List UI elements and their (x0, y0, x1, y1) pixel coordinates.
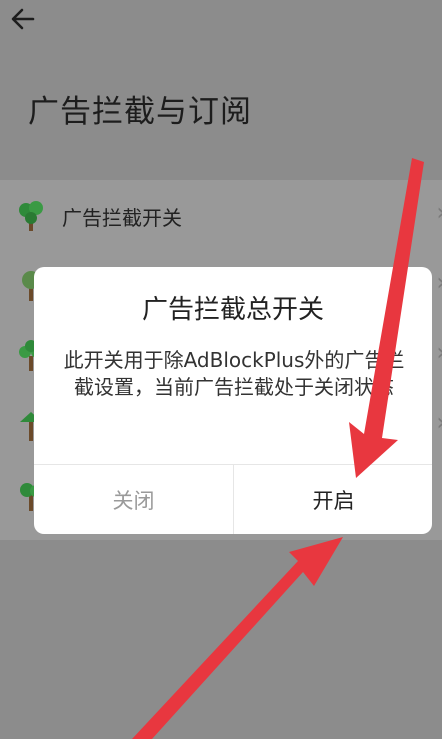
tree-icon (19, 201, 43, 231)
annotation-arrow-up (132, 537, 343, 739)
close-button[interactable]: 关闭 (34, 465, 233, 534)
adblock-master-switch-dialog: 广告拦截总开关 此开关用于除AdBlockPlus外的广告拦截设置，当前广告拦截… (34, 267, 432, 534)
chevron-right-icon: › (436, 408, 442, 436)
sidebar-item-label: 广告拦截开关 (62, 206, 182, 230)
page-title: 广告拦截与订阅 (28, 94, 252, 130)
chevron-right-icon: › (436, 198, 442, 226)
dialog-message: 此开关用于除AdBlockPlus外的广告拦截设置，当前广告拦截处于关闭状态 (63, 348, 405, 399)
chevron-right-icon: › (436, 268, 442, 296)
screen: 广告拦截与订阅 广告拦截开关 › › (0, 0, 442, 739)
dialog-title: 广告拦截总开关 (141, 295, 324, 325)
list-item-adblock-switch[interactable]: 广告拦截开关 › (0, 180, 442, 250)
back-arrow-icon[interactable] (10, 6, 36, 32)
enable-button[interactable]: 开启 (234, 465, 432, 534)
chevron-right-icon: › (436, 338, 442, 366)
